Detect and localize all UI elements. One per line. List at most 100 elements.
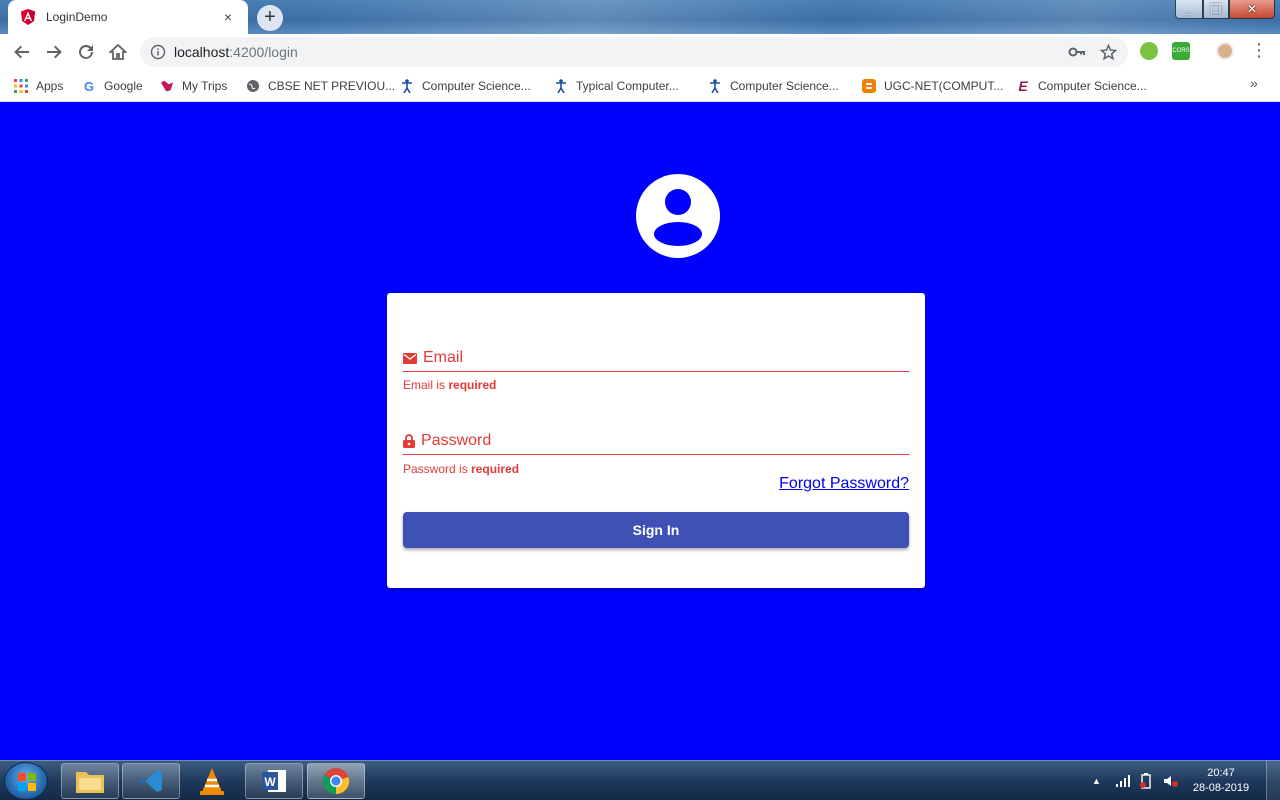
trips-icon bbox=[160, 79, 174, 93]
bookmark-computer-science-3[interactable]: E Computer Science... bbox=[1016, 76, 1147, 96]
key-icon[interactable] bbox=[1068, 44, 1086, 60]
email-input[interactable] bbox=[403, 345, 909, 371]
bookmark-star-icon[interactable] bbox=[1100, 44, 1117, 61]
bookmark-label: Typical Computer... bbox=[576, 79, 679, 93]
angular-icon bbox=[21, 9, 35, 25]
password-input[interactable] bbox=[403, 428, 909, 454]
taskbar-vlc[interactable] bbox=[183, 763, 241, 799]
vlc-cone-icon bbox=[200, 768, 224, 795]
sign-in-button[interactable]: Sign In bbox=[403, 512, 909, 548]
back-arrow-icon bbox=[14, 45, 29, 59]
password-error-strong: required bbox=[471, 462, 520, 476]
globe-icon bbox=[246, 79, 260, 93]
restore-icon: ❐ bbox=[1210, 2, 1222, 16]
vscode-icon bbox=[140, 770, 162, 792]
bookmark-typical-computer[interactable]: Typical Computer... bbox=[554, 76, 679, 96]
url-text[interactable]: localhost:4200/login bbox=[174, 44, 298, 60]
bookmark-google[interactable]: G Google bbox=[82, 76, 143, 96]
close-window-button[interactable]: ✕ bbox=[1229, 0, 1275, 19]
login-card: Email Email is required Password Passwor… bbox=[387, 293, 925, 588]
chrome-icon bbox=[323, 768, 350, 795]
reload-icon bbox=[79, 44, 93, 59]
bookmark-my-trips[interactable]: My Trips bbox=[160, 76, 227, 96]
minimize-button[interactable]: _ bbox=[1175, 0, 1203, 19]
bookmark-label: Computer Science... bbox=[1038, 79, 1147, 93]
taskbar-file-explorer[interactable] bbox=[61, 763, 119, 799]
url-host: localhost bbox=[174, 44, 230, 60]
bookmark-computer-science-1[interactable]: Computer Science... bbox=[400, 76, 531, 96]
minimize-icon: _ bbox=[1185, 2, 1193, 16]
address-bar[interactable]: localhost:4200/login bbox=[140, 37, 1128, 67]
close-icon: ✕ bbox=[1246, 2, 1258, 16]
bookmark-label: Google bbox=[104, 79, 143, 93]
bookmarks-overflow-icon[interactable]: » bbox=[1250, 75, 1258, 91]
windows-logo-icon bbox=[18, 773, 36, 791]
menu-kebab-icon[interactable]: ⋮ bbox=[1250, 41, 1268, 60]
word-icon: W bbox=[262, 770, 286, 792]
windows-taskbar: W ▲ 20:47 28-08-2019 bbox=[0, 760, 1280, 800]
bookmarks-bar: Apps G Google My Trips CBSE NET PREVIOU.… bbox=[0, 70, 1280, 102]
bookmark-label: Computer Science... bbox=[730, 79, 839, 93]
start-button[interactable] bbox=[4, 762, 48, 800]
bookmark-computer-science-2[interactable]: Computer Science... bbox=[708, 76, 839, 96]
google-icon: G bbox=[83, 78, 95, 94]
restore-button[interactable]: ❐ bbox=[1203, 0, 1229, 19]
extension-green-icon[interactable] bbox=[1140, 42, 1158, 60]
home-icon bbox=[109, 43, 127, 60]
clock-date: 28-08-2019 bbox=[1192, 782, 1250, 794]
taskbar-word[interactable]: W bbox=[245, 763, 303, 799]
svg-text:W: W bbox=[264, 775, 276, 789]
reload-button[interactable] bbox=[74, 40, 98, 64]
figure-icon bbox=[708, 79, 722, 93]
figure-icon bbox=[400, 79, 414, 93]
bookmark-label: Computer Science... bbox=[422, 79, 531, 93]
email-error-strong: required bbox=[448, 378, 497, 392]
info-icon[interactable] bbox=[150, 44, 166, 60]
battery-icon[interactable] bbox=[1139, 773, 1153, 789]
bookmark-label: CBSE NET PREVIOU... bbox=[268, 79, 396, 93]
tab-title: LoginDemo bbox=[46, 10, 108, 24]
url-path: :4200/login bbox=[229, 44, 298, 60]
system-tray: ▲ bbox=[1092, 761, 1179, 800]
taskbar-chrome[interactable] bbox=[307, 763, 365, 799]
email-field[interactable]: Email Email is required bbox=[403, 343, 909, 393]
tab-close-icon[interactable]: × bbox=[220, 9, 236, 25]
bookmark-label: My Trips bbox=[182, 79, 228, 93]
tray-expand-icon[interactable]: ▲ bbox=[1092, 776, 1101, 786]
system-clock[interactable]: 20:47 28-08-2019 bbox=[1186, 766, 1256, 796]
browser-toolbar: localhost:4200/login CORS ⋮ bbox=[0, 34, 1280, 70]
figure-icon bbox=[554, 79, 568, 93]
profile-avatar[interactable] bbox=[1216, 42, 1234, 60]
browser-tab[interactable]: LoginDemo × bbox=[8, 0, 248, 34]
volume-muted-icon[interactable] bbox=[1163, 774, 1179, 788]
blogger-icon bbox=[862, 79, 876, 93]
show-desktop-button[interactable] bbox=[1266, 761, 1280, 800]
bookmark-cbse[interactable]: CBSE NET PREVIOU... bbox=[246, 76, 395, 96]
new-tab-button[interactable]: + bbox=[257, 5, 283, 31]
clock-time: 20:47 bbox=[1207, 767, 1235, 779]
password-error-text: Password is bbox=[403, 462, 468, 476]
password-field[interactable]: Password Password is required bbox=[403, 426, 909, 476]
email-error: Email is required bbox=[403, 378, 496, 392]
password-underline bbox=[403, 454, 909, 455]
forgot-password-link[interactable]: Forgot Password? bbox=[779, 475, 909, 493]
apps-grid-icon bbox=[14, 79, 28, 93]
bookmark-label: Apps bbox=[36, 79, 64, 93]
email-underline bbox=[403, 371, 909, 372]
network-signal-icon[interactable] bbox=[1115, 774, 1131, 788]
back-button[interactable] bbox=[10, 40, 34, 64]
home-button[interactable] bbox=[106, 40, 130, 64]
e-logo-icon: E bbox=[1018, 78, 1028, 94]
taskbar-vscode[interactable] bbox=[122, 763, 180, 799]
password-error: Password is required bbox=[403, 462, 519, 476]
folder-icon bbox=[76, 772, 104, 793]
bookmark-apps[interactable]: Apps bbox=[14, 76, 63, 96]
bookmark-ugc-net[interactable]: UGC-NET(COMPUT... bbox=[862, 76, 1003, 96]
bookmark-label: UGC-NET(COMPUT... bbox=[884, 79, 1004, 93]
cors-extension-icon[interactable]: CORS bbox=[1172, 42, 1190, 60]
forward-button[interactable] bbox=[42, 40, 66, 64]
email-error-text: Email is bbox=[403, 378, 446, 392]
forward-arrow-icon bbox=[47, 45, 62, 59]
window-titlebar: LoginDemo × + _ ❐ ✕ bbox=[0, 0, 1280, 34]
account-circle-icon bbox=[636, 174, 720, 258]
